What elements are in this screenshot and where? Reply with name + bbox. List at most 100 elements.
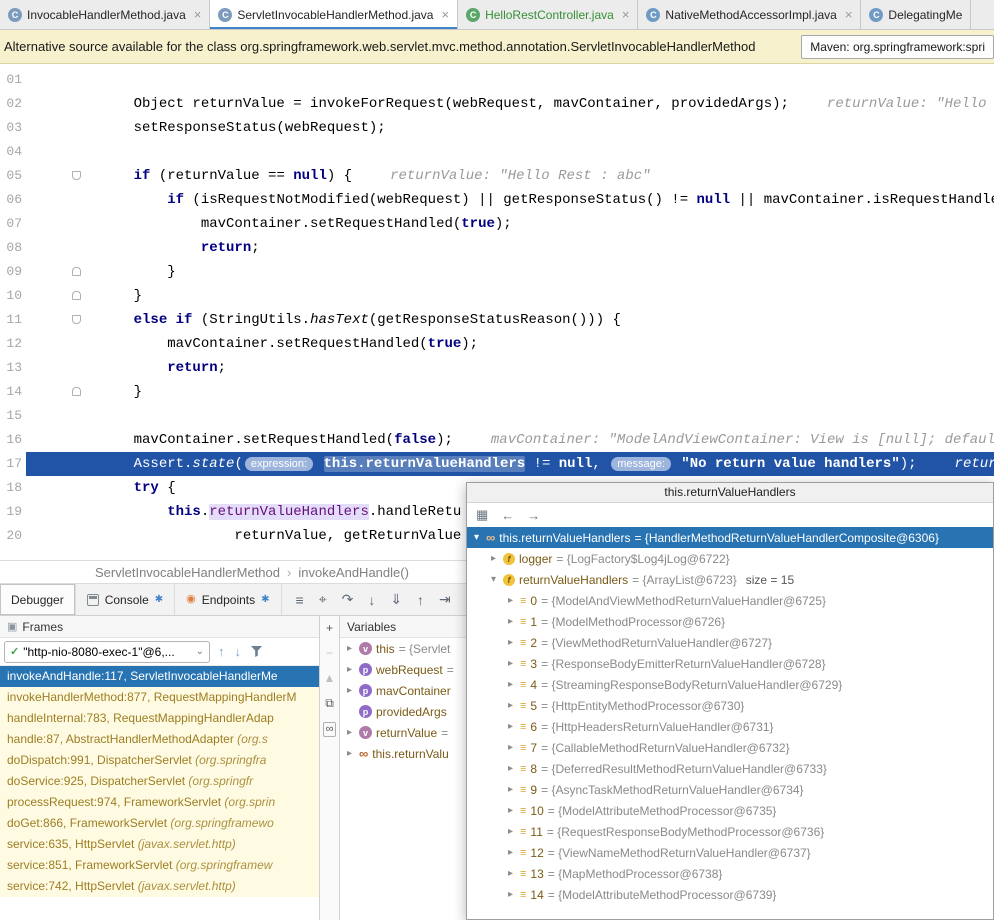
fold-marker-icon[interactable] [72,267,81,276]
value-tree-row[interactable]: ▸≡9 = {AsyncTaskMethodReturnValueHandler… [467,779,993,800]
forward-icon[interactable]: → [527,508,540,523]
code-line[interactable]: 05 if (returnValue == null) {returnValue… [0,164,994,188]
editor-tab[interactable]: CDelegatingMe [861,0,971,29]
chevron-right-icon[interactable]: ▸ [505,826,516,837]
code-line[interactable]: 01 [0,68,994,92]
step-over-icon[interactable]: ↷ [342,591,354,608]
code-line[interactable]: 15 [0,404,994,428]
code-line[interactable]: 08 return; [0,236,994,260]
line-number[interactable]: 18 [0,476,26,500]
chevron-right-icon[interactable]: ▸ [505,742,516,753]
value-tree-row[interactable]: ▸≡12 = {ViewNameMethodReturnValueHandler… [467,842,993,863]
hide-library-frames-filter-icon[interactable] [251,646,262,657]
code-line[interactable]: 02 Object returnValue = invokeForRequest… [0,92,994,116]
line-number[interactable]: 17 [0,452,26,476]
line-number[interactable]: 10 [0,284,26,308]
value-tree-row[interactable]: ▸≡3 = {ResponseBodyEmitterReturnValueHan… [467,653,993,674]
chevron-right-icon[interactable]: ▸ [505,616,516,627]
stack-frame-row[interactable]: doGet:866, FrameworkServlet (org.springf… [0,813,319,834]
line-number[interactable]: 04 [0,140,26,164]
stack-frame-row[interactable]: doService:925, DispatcherServlet (org.sp… [0,771,319,792]
code-line[interactable]: 14 } [0,380,994,404]
chevron-right-icon[interactable]: ▸ [344,727,355,738]
code-line[interactable]: 16 mavContainer.setRequestHandled(false)… [0,428,994,452]
chevron-right-icon[interactable]: ▸ [505,658,516,669]
step-into-icon[interactable]: ↓ [368,592,375,608]
chevron-right-icon[interactable]: ▸ [505,784,516,795]
chevron-right-icon[interactable]: ▸ [505,721,516,732]
value-tree-row[interactable]: ▸≡1 = {ModelMethodProcessor@6726} [467,611,993,632]
value-tree-row[interactable]: ▸≡0 = {ModelAndViewMethodReturnValueHand… [467,590,993,611]
code-line[interactable]: 06 if (isRequestNotModified(webRequest) … [0,188,994,212]
thread-selector-dropdown[interactable]: ✓ "http-nio-8080-exec-1"@6,... ⌄ [4,641,210,663]
force-step-into-icon[interactable]: ⇓ [390,591,402,608]
value-tree-row[interactable]: ▸≡4 = {StreamingResponseBodyReturnValueH… [467,674,993,695]
value-tree-row[interactable]: ▸≡6 = {HttpHeadersReturnValueHandler@673… [467,716,993,737]
tool-tab-console[interactable]: Console✱ [76,584,175,615]
value-tree-row[interactable]: ▸≡7 = {CallableMethodReturnValueHandler@… [467,737,993,758]
value-tree-row[interactable]: ▾freturnValueHandlers = {ArrayList@6723}… [467,569,993,590]
value-tree-row[interactable]: ▸flogger = {LogFactory$Log4jLog@6722} [467,548,993,569]
stack-frame-row[interactable]: invokeAndHandle:117, ServletInvocableHan… [0,666,319,687]
code-line[interactable]: 09 } [0,260,994,284]
tool-tab-endpoints[interactable]: ◉Endpoints✱ [175,584,281,615]
line-number[interactable]: 16 [0,428,26,452]
step-out-icon[interactable]: ↑ [417,592,424,608]
chevron-right-icon[interactable]: ▸ [505,595,516,606]
value-tree-row[interactable]: ▸≡8 = {DeferredResultMethodReturnValueHa… [467,758,993,779]
code-line[interactable]: 10 } [0,284,994,308]
fold-marker-icon[interactable] [72,315,81,324]
chevron-right-icon[interactable]: ▸ [344,685,355,696]
breadcrumb-item[interactable]: ServletInvocableHandlerMethod [95,565,280,580]
editor-tab[interactable]: CNativeMethodAccessorImpl.java× [638,0,861,29]
chevron-right-icon[interactable]: ▸ [344,643,355,654]
show-watches-icon[interactable]: ∞ [323,722,337,737]
value-tree-row[interactable]: ▸≡5 = {HttpEntityMethodProcessor@6730} [467,695,993,716]
line-number[interactable]: 01 [0,68,26,92]
line-number[interactable]: 07 [0,212,26,236]
value-tree-row[interactable]: ▸≡2 = {ViewMethodReturnValueHandler@6727… [467,632,993,653]
line-number[interactable]: 09 [0,260,26,284]
code-line[interactable]: 04 [0,140,994,164]
copy-value-icon[interactable]: ⧉ [325,696,334,711]
code-line[interactable]: 11 else if (StringUtils.hasText(getRespo… [0,308,994,332]
value-tree-row[interactable]: ▸≡10 = {ModelAttributeMethodProcessor@67… [467,800,993,821]
editor-tab[interactable]: CHelloRestController.java× [458,0,638,29]
execution-point-line[interactable]: 17 Assert.state(expression: this.returnV… [0,452,994,476]
line-number[interactable]: 13 [0,356,26,380]
chevron-right-icon[interactable]: ▸ [505,868,516,879]
stack-frame-row[interactable]: service:742, HttpServlet (javax.servlet.… [0,876,319,897]
next-frame-icon[interactable]: ↓ [235,644,242,659]
stack-frame-row[interactable]: service:635, HttpServlet (javax.servlet.… [0,834,319,855]
stack-frame-row[interactable]: handle:87, AbstractHandlerMethodAdapter … [0,729,319,750]
value-tree-row[interactable]: ▸≡13 = {MapMethodProcessor@6738} [467,863,993,884]
stack-frame-row[interactable]: processRequest:974, FrameworkServlet (or… [0,792,319,813]
chevron-down-icon[interactable]: ▾ [488,574,499,585]
chevron-right-icon[interactable]: ▸ [505,763,516,774]
layout-settings-icon[interactable]: ≡ [296,592,304,608]
popup-title[interactable]: this.returnValueHandlers [467,483,993,503]
stack-frame-row[interactable]: doDispatch:991, DispatcherServlet (org.s… [0,750,319,771]
chevron-right-icon[interactable]: ▸ [505,889,516,900]
code-line[interactable]: 03 setResponseStatus(webRequest); [0,116,994,140]
line-number[interactable]: 02 [0,92,26,116]
stack-frame-row[interactable]: invokeHandlerMethod:877, RequestMappingH… [0,687,319,708]
line-number[interactable]: 14 [0,380,26,404]
editor-tab[interactable]: CInvocableHandlerMethod.java× [0,0,210,29]
stack-frame-row[interactable]: service:851, FrameworkServlet (org.sprin… [0,855,319,876]
alternative-source-dropdown[interactable]: Maven: org.springframework:spri [801,35,994,59]
fold-marker-icon[interactable] [72,387,81,396]
line-number[interactable]: 20 [0,524,26,548]
show-execution-point-icon[interactable]: ⌖ [319,591,327,608]
chevron-right-icon[interactable]: ▸ [488,553,499,564]
chevron-right-icon[interactable]: ▸ [505,700,516,711]
tool-tab-debugger[interactable]: Debugger [0,584,76,615]
add-watch-icon[interactable]: + [326,621,333,635]
close-tab-icon[interactable]: × [622,7,630,22]
code-line[interactable]: 12 mavContainer.setRequestHandled(true); [0,332,994,356]
editor-tab[interactable]: CServletInvocableHandlerMethod.java× [210,0,458,29]
run-to-cursor-icon[interactable]: ⇥ [439,591,451,608]
chevron-right-icon[interactable]: ▸ [505,805,516,816]
chevron-right-icon[interactable]: ▸ [505,637,516,648]
chevron-right-icon[interactable]: ▸ [505,679,516,690]
